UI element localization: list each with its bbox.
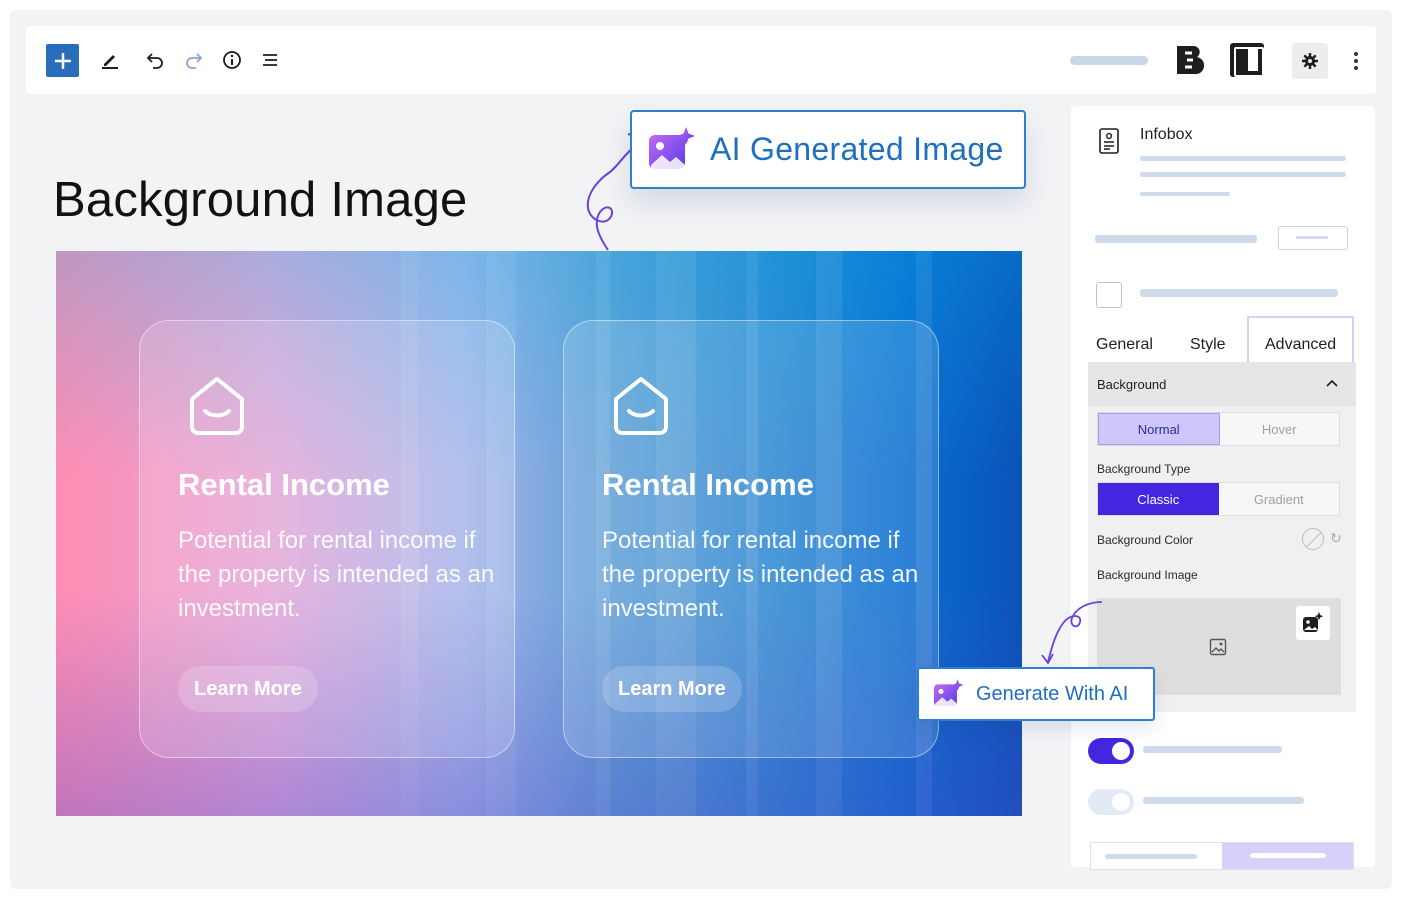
placeholder-bar bbox=[1140, 289, 1338, 297]
panel-tabs: General Style Advanced bbox=[1089, 316, 1355, 362]
toggle-switch-on[interactable] bbox=[1088, 738, 1134, 764]
bottom-option-selected[interactable] bbox=[1222, 843, 1353, 869]
color-picker[interactable] bbox=[1302, 528, 1324, 550]
toolbar-placeholder-bar bbox=[1070, 56, 1148, 65]
info-icon bbox=[221, 49, 243, 71]
home-icon bbox=[610, 375, 672, 437]
infobox-card[interactable]: Rental Income Potential for rental incom… bbox=[139, 320, 515, 758]
background-color-label: Background Color bbox=[1097, 533, 1193, 547]
hover-state-button[interactable]: Hover bbox=[1220, 413, 1340, 445]
tab-advanced[interactable]: Advanced bbox=[1247, 316, 1354, 362]
top-toolbar bbox=[26, 26, 1376, 94]
home-icon bbox=[186, 375, 248, 437]
background-section: Background Normal Hover Background Type … bbox=[1088, 362, 1356, 712]
bottom-option[interactable] bbox=[1091, 843, 1222, 869]
section-title: Background bbox=[1097, 377, 1166, 392]
background-image-label: Background Image bbox=[1097, 568, 1198, 582]
state-switcher: Normal Hover bbox=[1097, 412, 1340, 446]
generate-with-ai-callout[interactable]: Generate With AI bbox=[917, 667, 1155, 721]
tab-style[interactable]: Style bbox=[1190, 316, 1226, 362]
toggle-sidebar-button[interactable] bbox=[1230, 43, 1264, 77]
block-title: Infobox bbox=[1140, 126, 1192, 144]
learn-more-button[interactable]: Learn More bbox=[602, 666, 742, 712]
ai-image-icon bbox=[1302, 612, 1324, 634]
list-view-button[interactable] bbox=[256, 46, 284, 74]
undo-icon bbox=[144, 49, 166, 71]
placeholder-bar bbox=[1140, 156, 1346, 161]
add-block-button[interactable] bbox=[46, 44, 79, 77]
curly-arrow-icon bbox=[578, 128, 638, 252]
infobox-block-icon bbox=[1099, 128, 1119, 154]
more-vertical-icon bbox=[1354, 52, 1358, 56]
background-type-label: Background Type bbox=[1097, 462, 1190, 476]
block-editor-logo-button[interactable] bbox=[1174, 43, 1204, 77]
tab-general[interactable]: General bbox=[1096, 316, 1153, 362]
chevron-up-icon bbox=[1326, 376, 1338, 390]
bottom-switcher bbox=[1090, 842, 1354, 870]
ai-image-icon bbox=[932, 678, 964, 710]
brand-logo-icon bbox=[1174, 43, 1204, 77]
redo-icon bbox=[183, 49, 205, 71]
placeholder-bar bbox=[1095, 235, 1257, 243]
ai-generated-image-label: AI Generated Image bbox=[710, 131, 1004, 168]
generate-ai-image-button[interactable] bbox=[1296, 606, 1330, 640]
pencil-icon bbox=[99, 49, 121, 71]
reset-icon[interactable]: ↻ bbox=[1330, 530, 1342, 547]
ai-image-icon bbox=[646, 125, 696, 175]
page-title: Background Image bbox=[53, 172, 468, 228]
ai-generated-image-callout: AI Generated Image bbox=[630, 110, 1026, 189]
infobox-card[interactable]: Rental Income Potential for rental incom… bbox=[563, 320, 939, 758]
edit-tool-button[interactable] bbox=[96, 46, 124, 74]
settings-button[interactable] bbox=[1292, 43, 1328, 79]
card-title: Rental Income bbox=[178, 467, 390, 503]
settings-sidebar: Infobox General Style Advanced Backgroun… bbox=[1071, 106, 1375, 867]
plus-icon bbox=[53, 51, 73, 71]
image-placeholder-icon bbox=[1209, 638, 1227, 656]
placeholder-checkbox[interactable] bbox=[1096, 282, 1122, 308]
placeholder-bar bbox=[1143, 746, 1282, 753]
placeholder-bar bbox=[1140, 192, 1230, 196]
background-image-banner[interactable]: Rental Income Potential for rental incom… bbox=[56, 251, 1022, 816]
gear-icon bbox=[1301, 52, 1319, 70]
more-options-button[interactable] bbox=[1348, 48, 1364, 74]
background-section-header[interactable]: Background bbox=[1088, 362, 1356, 406]
background-type-switcher: Classic Gradient bbox=[1097, 482, 1340, 516]
list-view-icon bbox=[259, 49, 281, 71]
card-description: Potential for rental income if the prope… bbox=[602, 524, 922, 626]
redo-button[interactable] bbox=[180, 46, 208, 74]
undo-button[interactable] bbox=[141, 46, 169, 74]
normal-state-button[interactable]: Normal bbox=[1098, 413, 1220, 445]
details-button[interactable] bbox=[218, 46, 246, 74]
card-description: Potential for rental income if the prope… bbox=[178, 524, 498, 626]
placeholder-button[interactable] bbox=[1278, 226, 1348, 250]
curly-arrow-icon bbox=[1036, 600, 1106, 664]
classic-type-button[interactable]: Classic bbox=[1098, 483, 1219, 515]
learn-more-button[interactable]: Learn More bbox=[178, 666, 318, 712]
toggle-switch-off[interactable] bbox=[1088, 789, 1134, 815]
placeholder-bar bbox=[1140, 172, 1346, 177]
placeholder-bar bbox=[1143, 797, 1304, 804]
gradient-type-button[interactable]: Gradient bbox=[1219, 483, 1340, 515]
card-title: Rental Income bbox=[602, 467, 814, 503]
generate-with-ai-label: Generate With AI bbox=[976, 683, 1128, 706]
